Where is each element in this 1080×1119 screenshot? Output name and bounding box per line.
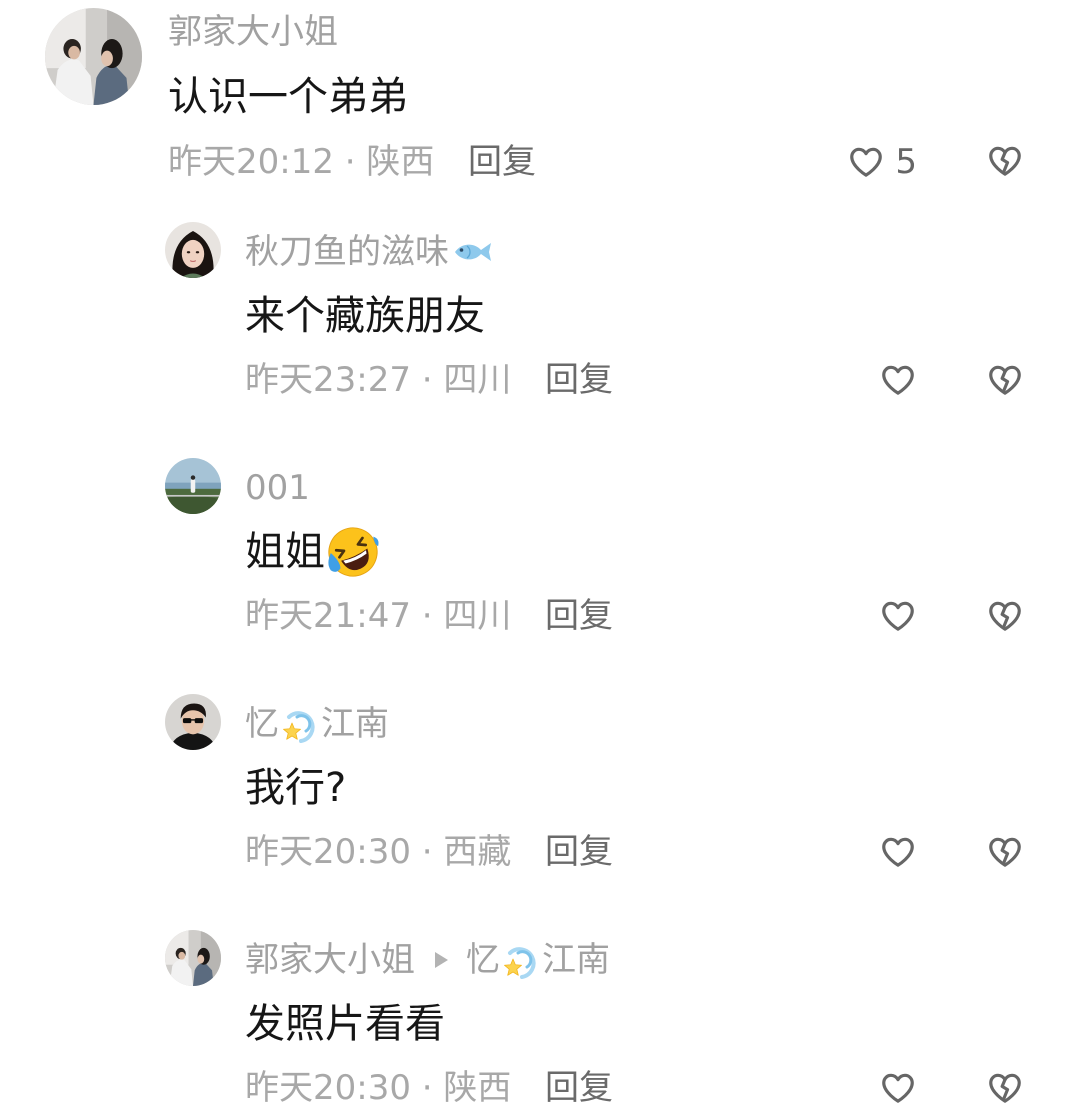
broken-heart-icon[interactable] [986, 597, 1024, 635]
dislike-button[interactable] [986, 597, 1024, 635]
comment-text-content: 认识一个弟弟 [168, 74, 408, 120]
username-text: 001 [245, 468, 310, 508]
dizzy-emoji-icon [280, 704, 320, 744]
avatar[interactable] [165, 930, 221, 986]
timestamp-location: 昨天20:30 · 西藏 [245, 832, 512, 872]
reply-button[interactable]: 回复 [545, 832, 613, 872]
dislike-button[interactable] [986, 1069, 1024, 1107]
like-button[interactable] [879, 1069, 917, 1107]
avatar-photo [165, 458, 221, 514]
avatar-photo [45, 8, 142, 105]
username[interactable]: 郭家大小姐 忆 江南 [245, 940, 610, 980]
comment-meta: 昨天20:30 · 陕西 回复 [245, 1068, 613, 1108]
heart-outline-icon[interactable] [879, 361, 917, 399]
dislike-button[interactable] [986, 361, 1024, 399]
comment-meta: 昨天23:27 · 四川 回复 [245, 360, 613, 400]
heart-outline-icon[interactable] [879, 833, 917, 871]
reply-button[interactable]: 回复 [545, 360, 613, 400]
reply-button[interactable]: 回复 [468, 142, 536, 182]
reply-button[interactable]: 回复 [545, 596, 613, 636]
username-text: 江南 [321, 704, 389, 744]
comment-meta: 昨天20:30 · 西藏 回复 [245, 832, 613, 872]
broken-heart-icon[interactable] [986, 833, 1024, 871]
timestamp-location: 昨天20:30 · 陕西 [245, 1068, 512, 1108]
comment-text-content: 我行? [245, 765, 347, 811]
like-count: 5 [895, 142, 917, 182]
broken-heart-icon[interactable] [986, 142, 1024, 180]
comment-text-content: 来个藏族朋友 [245, 293, 485, 339]
play-arrow-icon [435, 952, 448, 968]
reply: 忆 江南 我行? 昨天20:30 · 西藏 回复 [0, 686, 1080, 874]
like-button[interactable] [879, 361, 917, 399]
reply: 001 姐姐 昨天21:47 · 四川 回复 [0, 450, 1080, 638]
comment-text[interactable]: 我行? [245, 764, 346, 812]
reply-to-username-text: 忆 [466, 940, 500, 980]
avatar-photo [165, 222, 221, 278]
timestamp-location: 昨天21:47 · 四川 [245, 596, 512, 636]
comment-text-content: 姐姐 [245, 529, 325, 575]
avatar-photo [165, 930, 221, 986]
like-button[interactable] [879, 833, 917, 871]
username[interactable]: 秋刀鱼的滋味 [245, 232, 493, 272]
comment: 郭家大小姐 认识一个弟弟 昨天20:12 · 陕西 回复 5 [0, 0, 1080, 188]
timestamp-location: 昨天20:12 · 陕西 [168, 142, 435, 182]
like-button[interactable]: 5 [847, 142, 917, 182]
dislike-button[interactable] [986, 833, 1024, 871]
avatar[interactable] [45, 8, 142, 105]
comment-text[interactable]: 姐姐 [245, 525, 380, 579]
timestamp-location: 昨天23:27 · 四川 [245, 360, 512, 400]
avatar-photo [165, 694, 221, 750]
comment-meta: 昨天20:12 · 陕西 回复 [168, 142, 536, 182]
reply-button[interactable]: 回复 [545, 1068, 613, 1108]
avatar[interactable] [165, 222, 221, 278]
username[interactable]: 001 [245, 468, 310, 508]
dizzy-emoji-icon [501, 940, 541, 980]
comment-meta: 昨天21:47 · 四川 回复 [245, 596, 613, 636]
heart-outline-icon[interactable] [879, 597, 917, 635]
reply: 秋刀鱼的滋味 来个藏族朋友 昨天23:27 · 四川 回复 [0, 214, 1080, 402]
reply: 郭家大小姐 忆 江南 发照片看看 昨天20:30 · 陕西 回复 [0, 922, 1080, 1110]
comment-text[interactable]: 来个藏族朋友 [245, 292, 485, 340]
broken-heart-icon[interactable] [986, 1069, 1024, 1107]
comment-text[interactable]: 发照片看看 [245, 1000, 445, 1048]
laughing-emoji-icon [326, 525, 380, 579]
username-text: 郭家大小姐 [168, 12, 338, 52]
username-text: 郭家大小姐 [245, 940, 415, 980]
avatar[interactable] [165, 694, 221, 750]
dislike-button[interactable] [986, 142, 1024, 180]
username[interactable]: 忆 江南 [245, 704, 389, 744]
comment-text-content: 发照片看看 [245, 1001, 445, 1047]
heart-outline-icon[interactable] [879, 1069, 917, 1107]
username[interactable]: 郭家大小姐 [168, 12, 338, 52]
broken-heart-icon[interactable] [986, 361, 1024, 399]
like-button[interactable] [879, 597, 917, 635]
heart-outline-icon[interactable] [847, 143, 885, 181]
comment-text[interactable]: 认识一个弟弟 [168, 73, 408, 121]
username-text: 忆 [245, 704, 279, 744]
fish-emoji-icon [453, 239, 493, 265]
username-text: 秋刀鱼的滋味 [245, 232, 449, 272]
avatar[interactable] [165, 458, 221, 514]
reply-to-username-text: 江南 [542, 940, 610, 980]
